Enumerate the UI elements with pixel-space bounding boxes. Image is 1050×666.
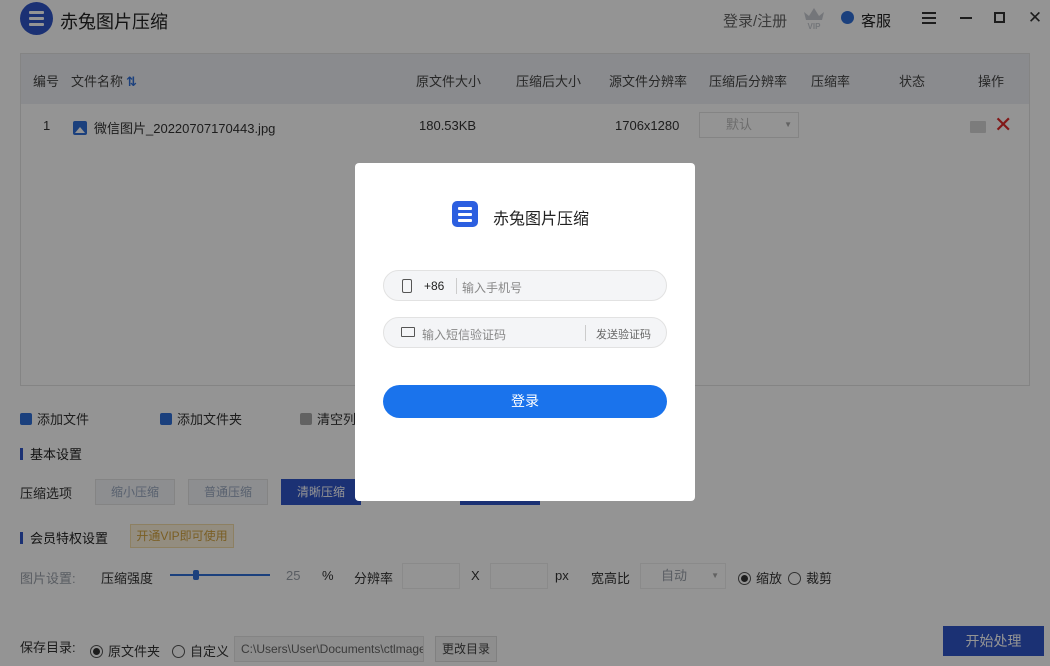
phone-field[interactable]: +86 输入手机号 — [383, 270, 667, 301]
divider — [456, 278, 457, 294]
phone-input[interactable]: 输入手机号 — [462, 279, 522, 296]
code-field[interactable]: 输入短信验证码 发送验证码 — [383, 317, 667, 348]
mail-icon — [401, 327, 415, 337]
send-code-button[interactable]: 发送验证码 — [596, 326, 651, 342]
phone-icon — [402, 279, 412, 293]
divider — [585, 325, 586, 341]
login-modal: 赤兔图片压缩 +86 输入手机号 输入短信验证码 发送验证码 登录 — [355, 163, 695, 501]
country-code[interactable]: +86 — [424, 279, 444, 293]
modal-title: 赤兔图片压缩 — [493, 211, 590, 228]
modal-logo-icon — [452, 201, 478, 227]
login-button[interactable]: 登录 — [383, 385, 667, 418]
code-input[interactable]: 输入短信验证码 — [422, 326, 506, 343]
